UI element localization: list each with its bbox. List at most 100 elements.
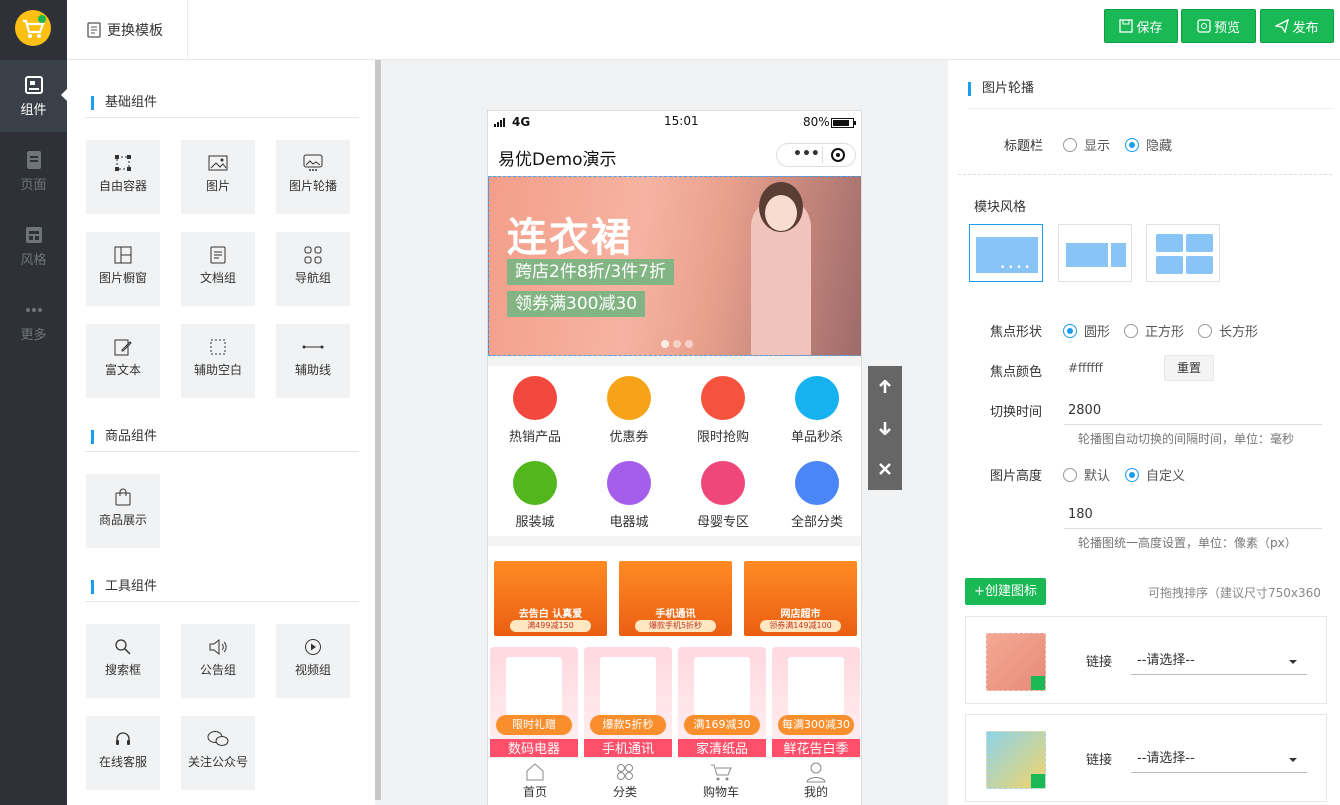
logo [15, 10, 51, 46]
arrow-down-icon [879, 421, 891, 435]
nav-icon-circle [795, 461, 839, 505]
more-dots-icon[interactable]: ••• [793, 146, 820, 162]
comp-notice-group[interactable]: 公告组 [181, 624, 255, 698]
free-container-icon [115, 155, 131, 171]
carousel-dot[interactable] [673, 340, 681, 348]
category-icon [617, 764, 633, 780]
preview-button[interactable]: 预览 [1181, 9, 1256, 43]
window-icon [114, 246, 132, 264]
carousel-dot[interactable] [685, 340, 693, 348]
save-button[interactable]: 保存 [1104, 9, 1178, 43]
carousel-dot[interactable] [661, 340, 669, 348]
carousel-item-thumbnail[interactable] [986, 633, 1046, 691]
promo-card[interactable]: 手机通讯 爆款手机5折秒 [619, 561, 732, 636]
nav-icon-item[interactable]: 限时抢购 [676, 376, 770, 445]
delete-module-button[interactable] [868, 448, 902, 489]
comp-label: 富文本 [104, 363, 141, 377]
comp-rich-text[interactable]: 富文本 [86, 324, 160, 398]
grid-icon [304, 246, 322, 264]
nav-icon-item[interactable]: 全部分类 [770, 461, 861, 530]
basic-components-title: 基础组件 [85, 90, 359, 118]
nav-icon-item[interactable]: 热销产品 [488, 376, 582, 445]
comp-follow-account[interactable]: 关注公众号 [181, 716, 255, 790]
link-label: 链接 [1086, 753, 1113, 768]
comp-label: 图片轮播 [288, 179, 337, 193]
focus-shape-square-radio[interactable]: 正方形 [1124, 321, 1184, 340]
comp-blank[interactable]: 辅助空白 [181, 324, 255, 398]
nav-item-more[interactable]: 更多 [0, 285, 67, 357]
nav-icon-circle [513, 461, 557, 505]
nav-item-style[interactable]: 风格 [0, 210, 67, 282]
promo-product-image [506, 657, 562, 715]
comp-online-service[interactable]: 在线客服 [86, 716, 160, 790]
switch-time-input[interactable]: 2800 [1064, 397, 1322, 425]
comp-goods-display[interactable]: 商品展示 [86, 474, 160, 548]
nav-icon-item[interactable]: 优惠券 [582, 376, 676, 445]
change-template-button[interactable]: 更换模板 [67, 0, 188, 60]
nav-icon-label: 全部分类 [790, 515, 843, 530]
carousel-item-thumbnail[interactable] [986, 731, 1046, 789]
comp-label: 公告组 [199, 663, 236, 677]
publish-button[interactable]: 发布 [1260, 9, 1334, 43]
radio-label: 长方形 [1219, 325, 1259, 340]
promo-card[interactable]: 去告白 认真爱 满499减150 [494, 561, 607, 636]
style-option-grid[interactable] [1146, 224, 1220, 282]
comp-line[interactable]: 辅助线 [276, 324, 350, 398]
image-carousel-banner[interactable]: 连衣裙 跨店2件8折/3件7折 领券满300减30 [488, 176, 861, 356]
left-nav: 组件 页面 风格 更多 [0, 0, 67, 805]
comp-label: 商品展示 [98, 513, 147, 527]
style-option-double[interactable] [1058, 224, 1132, 282]
promo-product-image [600, 657, 656, 715]
comp-image-carousel[interactable]: 图片轮播 [276, 140, 350, 214]
mini-program-capsule[interactable]: ••• [776, 143, 856, 167]
image-height-input[interactable]: 180 [1064, 501, 1322, 529]
close-target-icon[interactable] [831, 148, 845, 162]
create-icon-button[interactable]: +创建图标 [965, 578, 1046, 605]
style-option-single[interactable]: • • • • [969, 224, 1043, 282]
comp-label: 自由容器 [98, 179, 147, 193]
tab-category[interactable]: 分类 [578, 761, 672, 800]
radio-label: 显示 [1084, 139, 1111, 154]
rich-text-icon [114, 339, 132, 356]
top-bar: 更换模板 保存 预览 发布 [67, 0, 1340, 60]
focus-shape-circle-radio[interactable]: 圆形 [1063, 321, 1110, 340]
reset-button[interactable]: 重置 [1164, 355, 1214, 381]
tab-home[interactable]: 首页 [488, 761, 582, 800]
comp-nav-group[interactable]: 导航组 [276, 232, 350, 306]
nav-icon-item[interactable]: 服装城 [488, 461, 582, 530]
link-select[interactable]: --请选择-- [1131, 745, 1307, 773]
nav-icon-item[interactable]: 单品秒杀 [770, 376, 861, 445]
comp-search-box[interactable]: 搜索框 [86, 624, 160, 698]
radio-label: 默认 [1084, 469, 1111, 484]
nav-item-page[interactable]: 页面 [0, 135, 67, 207]
title-bar-show-radio[interactable]: 显示 [1063, 135, 1110, 154]
comp-label: 搜索框 [104, 663, 141, 677]
img-height-default-radio[interactable]: 默认 [1063, 465, 1110, 484]
tab-mine[interactable]: 我的 [769, 761, 861, 800]
publish-label: 发布 [1292, 20, 1319, 36]
nav-icon-item[interactable]: 电器城 [582, 461, 676, 530]
promo-tag: 爆款5折秒 [590, 715, 666, 735]
link-select[interactable]: --请选择-- [1131, 647, 1307, 675]
comp-free-container[interactable]: 自由容器 [86, 140, 160, 214]
comp-image[interactable]: 图片 [181, 140, 255, 214]
nav-label-page: 页面 [20, 178, 47, 193]
nav-icon-item[interactable]: 母婴专区 [676, 461, 770, 530]
move-down-button[interactable] [868, 407, 902, 448]
comp-document-group[interactable]: 文档组 [181, 232, 255, 306]
promo-product-image [694, 657, 750, 715]
tab-cart[interactable]: 购物车 [674, 761, 768, 800]
title-bar-hide-radio[interactable]: 隐藏 [1125, 135, 1172, 154]
nav-label-style: 风格 [20, 253, 47, 268]
comp-label: 图片橱窗 [98, 271, 147, 285]
comp-image-window[interactable]: 图片橱窗 [86, 232, 160, 306]
promo-card[interactable]: 网店超市 领券满149减100 [744, 561, 857, 636]
move-up-button[interactable] [868, 366, 902, 407]
phone-preview: 4G 15:01 80% 易优Demo演示 ••• 连衣裙 跨店2件8折/3件7… [487, 110, 862, 805]
focus-shape-rect-radio[interactable]: 长方形 [1198, 321, 1258, 340]
focus-color-value[interactable]: #ffffff [1068, 361, 1103, 375]
nav-item-components[interactable]: 组件 [0, 60, 67, 132]
comp-video-group[interactable]: 视频组 [276, 624, 350, 698]
settings-title: 图片轮播 [968, 80, 1332, 109]
img-height-custom-radio[interactable]: 自定义 [1125, 465, 1185, 484]
